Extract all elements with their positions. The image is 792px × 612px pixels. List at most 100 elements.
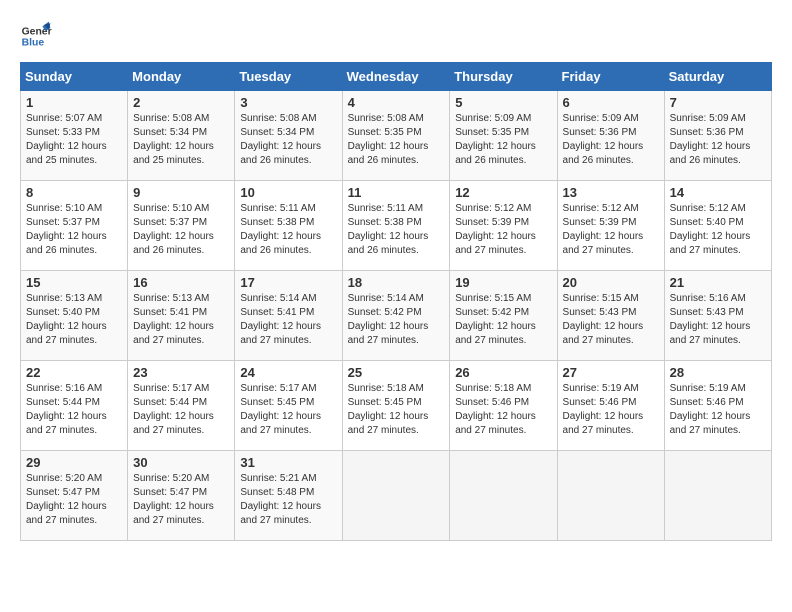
calendar-cell: 8 Sunrise: 5:10 AMSunset: 5:37 PMDaylight…	[21, 181, 128, 271]
weekday-header-monday: Monday	[128, 63, 235, 91]
week-row-1: 1 Sunrise: 5:07 AMSunset: 5:33 PMDaylight…	[21, 91, 772, 181]
day-number: 8	[26, 185, 122, 200]
logo-icon: General Blue	[20, 20, 52, 52]
day-info: Sunrise: 5:15 AMSunset: 5:43 PMDaylight:…	[563, 292, 659, 348]
calendar-cell: 23 Sunrise: 5:17 AMSunset: 5:44 PMDayligh…	[128, 361, 235, 451]
day-info: Sunrise: 5:17 AMSunset: 5:44 PMDaylight:…	[133, 382, 229, 438]
day-info: Sunrise: 5:20 AMSunset: 5:47 PMDaylight:…	[26, 472, 122, 528]
day-number: 21	[670, 275, 766, 290]
calendar-cell: 3 Sunrise: 5:08 AMSunset: 5:34 PMDaylight…	[235, 91, 342, 181]
calendar-cell: 11 Sunrise: 5:11 AMSunset: 5:38 PMDayligh…	[342, 181, 450, 271]
day-info: Sunrise: 5:11 AMSunset: 5:38 PMDaylight:…	[240, 202, 336, 258]
day-number: 29	[26, 455, 122, 470]
calendar-cell: 25 Sunrise: 5:18 AMSunset: 5:45 PMDayligh…	[342, 361, 450, 451]
day-info: Sunrise: 5:14 AMSunset: 5:42 PMDaylight:…	[348, 292, 445, 348]
day-info: Sunrise: 5:18 AMSunset: 5:46 PMDaylight:…	[455, 382, 551, 438]
calendar-cell: 31 Sunrise: 5:21 AMSunset: 5:48 PMDayligh…	[235, 451, 342, 541]
day-info: Sunrise: 5:10 AMSunset: 5:37 PMDaylight:…	[133, 202, 229, 258]
day-number: 9	[133, 185, 229, 200]
day-info: Sunrise: 5:20 AMSunset: 5:47 PMDaylight:…	[133, 472, 229, 528]
calendar-cell: 21 Sunrise: 5:16 AMSunset: 5:43 PMDayligh…	[664, 271, 771, 361]
day-number: 7	[670, 95, 766, 110]
day-number: 3	[240, 95, 336, 110]
day-number: 17	[240, 275, 336, 290]
calendar-cell: 22 Sunrise: 5:16 AMSunset: 5:44 PMDayligh…	[21, 361, 128, 451]
svg-text:Blue: Blue	[22, 38, 45, 49]
calendar-cell: 19Sunrise: 5:15 AMSunset: 5:42 PMDayligh…	[450, 271, 557, 361]
calendar-cell: 12 Sunrise: 5:12 AMSunset: 5:39 PMDayligh…	[450, 181, 557, 271]
calendar-cell: 24 Sunrise: 5:17 AMSunset: 5:45 PMDayligh…	[235, 361, 342, 451]
calendar-cell: 7Sunrise: 5:09 AMSunset: 5:36 PMDaylight…	[664, 91, 771, 181]
week-row-5: 29 Sunrise: 5:20 AMSunset: 5:47 PMDayligh…	[21, 451, 772, 541]
day-number: 1	[26, 95, 122, 110]
day-info: Sunrise: 5:13 AMSunset: 5:40 PMDaylight:…	[26, 292, 122, 348]
day-number: 30	[133, 455, 229, 470]
day-info: Sunrise: 5:16 AMSunset: 5:43 PMDaylight:…	[670, 292, 766, 348]
day-number: 24	[240, 365, 336, 380]
calendar-cell: 1 Sunrise: 5:07 AMSunset: 5:33 PMDaylight…	[21, 91, 128, 181]
day-number: 11	[348, 185, 445, 200]
weekday-header-row: SundayMondayTuesdayWednesdayThursdayFrid…	[21, 63, 772, 91]
weekday-header-tuesday: Tuesday	[235, 63, 342, 91]
calendar-cell	[450, 451, 557, 541]
day-info: Sunrise: 5:19 AMSunset: 5:46 PMDaylight:…	[670, 382, 766, 438]
day-info: Sunrise: 5:11 AMSunset: 5:38 PMDaylight:…	[348, 202, 445, 258]
day-info: Sunrise: 5:09 AMSunset: 5:36 PMDaylight:…	[563, 112, 659, 168]
page-container: General Blue SundayMondayTuesdayWednesda…	[20, 20, 772, 541]
day-number: 22	[26, 365, 122, 380]
day-info: Sunrise: 5:17 AMSunset: 5:45 PMDaylight:…	[240, 382, 336, 438]
day-info: Sunrise: 5:08 AMSunset: 5:34 PMDaylight:…	[133, 112, 229, 168]
calendar-cell	[342, 451, 450, 541]
day-info: Sunrise: 5:16 AMSunset: 5:44 PMDaylight:…	[26, 382, 122, 438]
day-info: Sunrise: 5:08 AMSunset: 5:35 PMDaylight:…	[348, 112, 445, 168]
calendar-cell	[557, 451, 664, 541]
calendar-cell: 27 Sunrise: 5:19 AMSunset: 5:46 PMDayligh…	[557, 361, 664, 451]
calendar-cell: 26Sunrise: 5:18 AMSunset: 5:46 PMDayligh…	[450, 361, 557, 451]
day-number: 10	[240, 185, 336, 200]
day-info: Sunrise: 5:21 AMSunset: 5:48 PMDaylight:…	[240, 472, 336, 528]
day-info: Sunrise: 5:10 AMSunset: 5:37 PMDaylight:…	[26, 202, 122, 258]
day-info: Sunrise: 5:07 AMSunset: 5:33 PMDaylight:…	[26, 112, 122, 168]
calendar-cell: 17 Sunrise: 5:14 AMSunset: 5:41 PMDayligh…	[235, 271, 342, 361]
day-info: Sunrise: 5:13 AMSunset: 5:41 PMDaylight:…	[133, 292, 229, 348]
day-info: Sunrise: 5:08 AMSunset: 5:34 PMDaylight:…	[240, 112, 336, 168]
day-info: Sunrise: 5:09 AMSunset: 5:35 PMDaylight:…	[455, 112, 551, 168]
day-number: 23	[133, 365, 229, 380]
calendar-cell: 18 Sunrise: 5:14 AMSunset: 5:42 PMDayligh…	[342, 271, 450, 361]
weekday-header-sunday: Sunday	[21, 63, 128, 91]
calendar-cell	[664, 451, 771, 541]
calendar-cell: 13Sunrise: 5:12 AMSunset: 5:39 PMDayligh…	[557, 181, 664, 271]
day-number: 28	[670, 365, 766, 380]
week-row-3: 15 Sunrise: 5:13 AMSunset: 5:40 PMDayligh…	[21, 271, 772, 361]
day-number: 12	[455, 185, 551, 200]
day-number: 14	[670, 185, 766, 200]
day-number: 15	[26, 275, 122, 290]
calendar-cell: 5 Sunrise: 5:09 AMSunset: 5:35 PMDaylight…	[450, 91, 557, 181]
calendar-cell: 20 Sunrise: 5:15 AMSunset: 5:43 PMDayligh…	[557, 271, 664, 361]
calendar-cell: 6Sunrise: 5:09 AMSunset: 5:36 PMDaylight…	[557, 91, 664, 181]
calendar-cell: 16Sunrise: 5:13 AMSunset: 5:41 PMDayligh…	[128, 271, 235, 361]
day-info: Sunrise: 5:19 AMSunset: 5:46 PMDaylight:…	[563, 382, 659, 438]
calendar-cell: 4 Sunrise: 5:08 AMSunset: 5:35 PMDaylight…	[342, 91, 450, 181]
calendar-cell: 9 Sunrise: 5:10 AMSunset: 5:37 PMDaylight…	[128, 181, 235, 271]
calendar-cell: 14Sunrise: 5:12 AMSunset: 5:40 PMDayligh…	[664, 181, 771, 271]
day-number: 27	[563, 365, 659, 380]
day-number: 31	[240, 455, 336, 470]
day-info: Sunrise: 5:12 AMSunset: 5:39 PMDaylight:…	[455, 202, 551, 258]
day-number: 2	[133, 95, 229, 110]
day-number: 25	[348, 365, 445, 380]
day-number: 4	[348, 95, 445, 110]
weekday-header-friday: Friday	[557, 63, 664, 91]
day-number: 19	[455, 275, 551, 290]
calendar-cell: 2 Sunrise: 5:08 AMSunset: 5:34 PMDaylight…	[128, 91, 235, 181]
day-number: 18	[348, 275, 445, 290]
weekday-header-thursday: Thursday	[450, 63, 557, 91]
day-info: Sunrise: 5:14 AMSunset: 5:41 PMDaylight:…	[240, 292, 336, 348]
day-number: 5	[455, 95, 551, 110]
calendar-cell: 30 Sunrise: 5:20 AMSunset: 5:47 PMDayligh…	[128, 451, 235, 541]
weekday-header-saturday: Saturday	[664, 63, 771, 91]
day-info: Sunrise: 5:18 AMSunset: 5:45 PMDaylight:…	[348, 382, 445, 438]
calendar-cell: 15 Sunrise: 5:13 AMSunset: 5:40 PMDayligh…	[21, 271, 128, 361]
day-number: 20	[563, 275, 659, 290]
week-row-2: 8 Sunrise: 5:10 AMSunset: 5:37 PMDaylight…	[21, 181, 772, 271]
